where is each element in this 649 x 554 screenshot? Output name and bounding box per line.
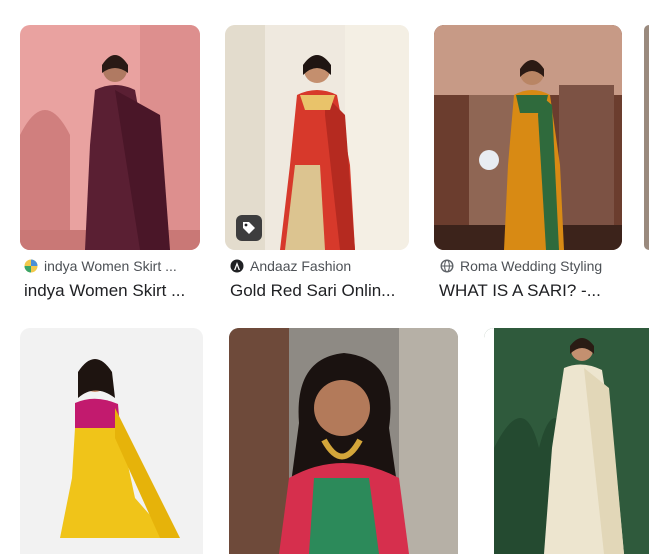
andaaz-logo-icon (230, 259, 244, 273)
result-thumbnail-3[interactable] (434, 25, 622, 250)
result-thumbnail-6[interactable] (229, 328, 458, 554)
result-source-label-2: Andaaz Fashion (250, 258, 352, 274)
result-thumbnail-5[interactable] (20, 328, 203, 554)
product-tag-icon (241, 220, 257, 236)
result-title-3[interactable]: WHAT IS A SARI? -... (439, 281, 622, 301)
result-source-2[interactable]: Andaaz Fashion (230, 258, 409, 274)
result-source-1[interactable]: indya Women Skirt ... (24, 258, 200, 274)
result-thumbnail-7[interactable] (484, 328, 649, 554)
result-thumbnail-1[interactable] (20, 25, 200, 250)
indya-favicon-icon (24, 259, 38, 273)
result-title-2[interactable]: Gold Red Sari Onlin... (230, 281, 409, 301)
result-source-label-1: indya Women Skirt ... (44, 258, 177, 274)
result-source-label-3: Roma Wedding Styling (460, 258, 603, 274)
product-tag-badge (236, 215, 262, 241)
result-source-3[interactable]: Roma Wedding Styling (440, 258, 622, 274)
globe-icon (440, 259, 454, 273)
result-thumbnail-4-partial[interactable] (644, 25, 649, 250)
result-title-1[interactable]: indya Women Skirt ... (24, 281, 200, 301)
result-thumbnail-2[interactable] (225, 25, 409, 250)
